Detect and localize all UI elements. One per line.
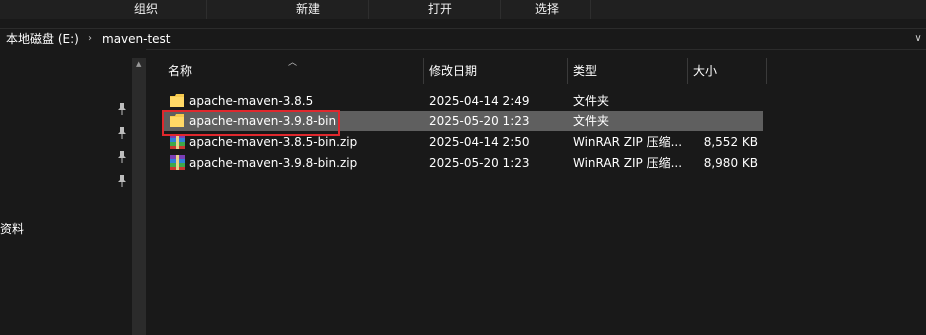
- file-size: 8,980 KB: [703, 156, 758, 170]
- file-modified: 2025-05-20 1:23: [429, 156, 530, 170]
- file-row[interactable]: apache-maven-3.9.8-bin.zip 2025-05-20 1:…: [162, 153, 763, 173]
- highlight-annotation-box: [162, 110, 340, 136]
- column-header-name[interactable]: 名称: [168, 58, 192, 84]
- folder-icon: [170, 94, 184, 107]
- column-header-modified[interactable]: 修改日期: [429, 58, 477, 84]
- breadcrumb-folder[interactable]: maven-test: [102, 29, 171, 49]
- column-header-size[interactable]: 大小: [693, 58, 717, 84]
- file-row[interactable]: apache-maven-3.8.5 2025-04-14 2:49 文件夹: [162, 91, 763, 111]
- sort-ascending-icon: ︿: [288, 58, 298, 68]
- column-divider[interactable]: [766, 58, 767, 84]
- winrar-zip-icon: [170, 155, 185, 170]
- column-header-type[interactable]: 类型: [573, 58, 597, 84]
- pin-icon[interactable]: [116, 102, 128, 116]
- navigation-pane: 资料: [0, 49, 146, 335]
- nav-item-label[interactable]: 资料: [0, 221, 24, 237]
- pin-icon[interactable]: [116, 150, 128, 164]
- pin-icon[interactable]: [116, 126, 128, 140]
- ribbon-group-select[interactable]: 选择: [504, 0, 591, 19]
- ribbon-toolbar: 组织 新建 打开 选择: [0, 0, 926, 19]
- file-modified: 2025-05-20 1:23: [429, 114, 530, 128]
- address-bar[interactable]: 本地磁盘 (E:) › maven-test ∨: [0, 28, 926, 50]
- file-name: apache-maven-3.9.8-bin.zip: [189, 156, 358, 170]
- file-size: 8,552 KB: [703, 135, 758, 149]
- file-modified: 2025-04-14 2:49: [429, 94, 530, 108]
- file-type: WinRAR ZIP 压缩...: [573, 135, 683, 149]
- ribbon-group-organize[interactable]: 组织: [86, 0, 207, 19]
- address-history-dropdown-icon[interactable]: ∨: [912, 29, 924, 49]
- file-modified: 2025-04-14 2:50: [429, 135, 530, 149]
- pin-icon[interactable]: [116, 174, 128, 188]
- ribbon-group-new[interactable]: 新建: [248, 0, 369, 19]
- ribbon-group-open[interactable]: 打开: [380, 0, 501, 19]
- breadcrumb-chevron-icon[interactable]: ›: [88, 29, 92, 49]
- navigation-scrollbar[interactable]: ▲: [132, 58, 146, 335]
- file-type: 文件夹: [573, 114, 610, 128]
- breadcrumb-drive[interactable]: 本地磁盘 (E:): [6, 29, 79, 49]
- column-divider[interactable]: [423, 58, 424, 84]
- file-type: WinRAR ZIP 压缩...: [573, 156, 683, 170]
- file-type: 文件夹: [573, 94, 610, 108]
- column-divider[interactable]: [687, 58, 688, 84]
- scroll-up-arrow-icon[interactable]: ▲: [136, 60, 142, 68]
- winrar-zip-icon: [170, 134, 185, 149]
- file-name: apache-maven-3.8.5: [189, 94, 314, 108]
- column-header-row: ︿ 名称 修改日期 类型 大小: [158, 58, 768, 84]
- column-divider[interactable]: [567, 58, 568, 84]
